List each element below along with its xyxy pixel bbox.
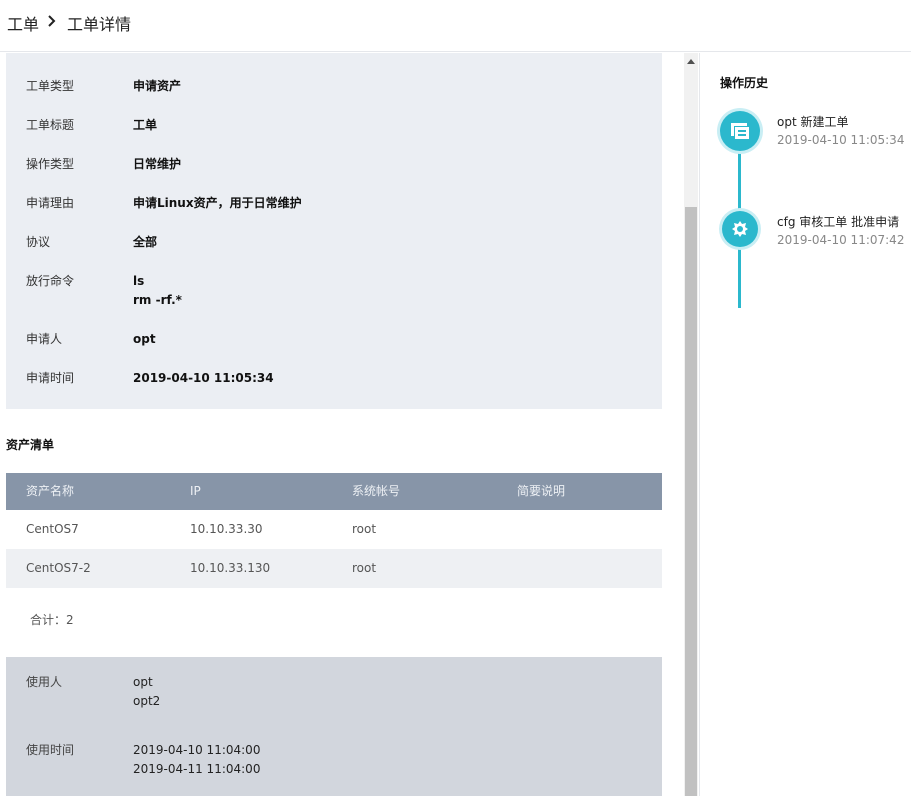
asset-total: 合计：2 [30,613,74,627]
page-header: 工单 工单详情 [0,0,911,52]
history-item-time: 2019-04-10 11:05:34 [777,133,905,147]
usage-value: 2019-04-10 11:04:00 [133,743,261,757]
info-value: 申请资产 [133,79,182,93]
breadcrumb-current: 工单详情 [67,15,132,34]
info-value: 申请Linux资产，用于日常维护 [133,196,302,210]
usage-label: 使用人 [26,675,63,689]
asset-list-title: 资产清单 [6,438,55,452]
info-value: ls [133,274,145,288]
history-item-time: 2019-04-10 11:07:42 [777,233,905,247]
info-label: 协议 [26,235,51,249]
table-cell: CentOS7 [26,522,79,536]
table-header: 资产名称 IP 系统帐号 简要说明 [6,473,662,510]
info-value: 日常维护 [133,157,182,171]
info-label: 放行命令 [26,274,75,288]
table-row[interactable]: CentOS7 10.10.33.30 root [6,510,662,549]
info-label: 申请时间 [26,371,75,385]
column-header[interactable]: 资产名称 [26,473,74,510]
column-header[interactable]: IP [190,473,201,510]
info-label: 申请理由 [26,196,75,210]
usage-label: 使用时间 [26,743,75,757]
table-cell: CentOS7-2 [26,561,91,575]
info-label: 工单类型 [26,79,75,93]
table-cell: 10.10.33.30 [190,522,263,536]
info-value: 工单 [133,118,158,132]
history-item-text: cfg 审核工单 批准申请 [777,215,900,229]
table-cell: root [352,522,377,536]
chevron-right-icon [48,15,56,27]
table-cell: 10.10.33.130 [190,561,271,575]
info-value: opt [133,332,156,346]
ticket-icon [720,111,760,151]
ticket-detail-panel: 工单类型 申请资产 工单标题 工单 操作类型 日常维护 申请理由 申请Linux… [0,53,684,796]
column-header[interactable]: 系统帐号 [352,473,400,510]
history-title: 操作历史 [720,76,769,90]
ticket-info-card: 工单类型 申请资产 工单标题 工单 操作类型 日常维护 申请理由 申请Linux… [6,53,662,409]
usage-card: 使用人 opt opt2 使用时间 2019-04-10 11:04:00 20… [6,657,662,796]
usage-value: opt [133,675,153,689]
vertical-scrollbar[interactable] [684,53,698,796]
info-label: 工单标题 [26,118,75,132]
usage-value: opt2 [133,694,161,708]
info-value: rm -rf.* [133,293,182,307]
table-row[interactable]: CentOS7-2 10.10.33.130 root [6,549,662,588]
table-cell: root [352,561,377,575]
info-label: 申请人 [26,332,63,346]
info-label: 操作类型 [26,157,75,171]
gear-icon [722,211,758,247]
scroll-up-arrow-icon[interactable] [687,59,695,64]
history-item-text: opt 新建工单 [777,115,849,129]
info-value: 2019-04-10 11:05:34 [133,371,274,385]
column-header[interactable]: 简要说明 [517,473,565,510]
scroll-thumb[interactable] [685,207,697,796]
info-value: 全部 [133,235,158,249]
history-sidebar: 操作历史 opt 新建工单 2019-04-10 11:05:34 cfg 审核… [699,53,911,796]
usage-value: 2019-04-11 11:04:00 [133,762,261,776]
breadcrumb-root-link[interactable]: 工单 [7,11,39,35]
